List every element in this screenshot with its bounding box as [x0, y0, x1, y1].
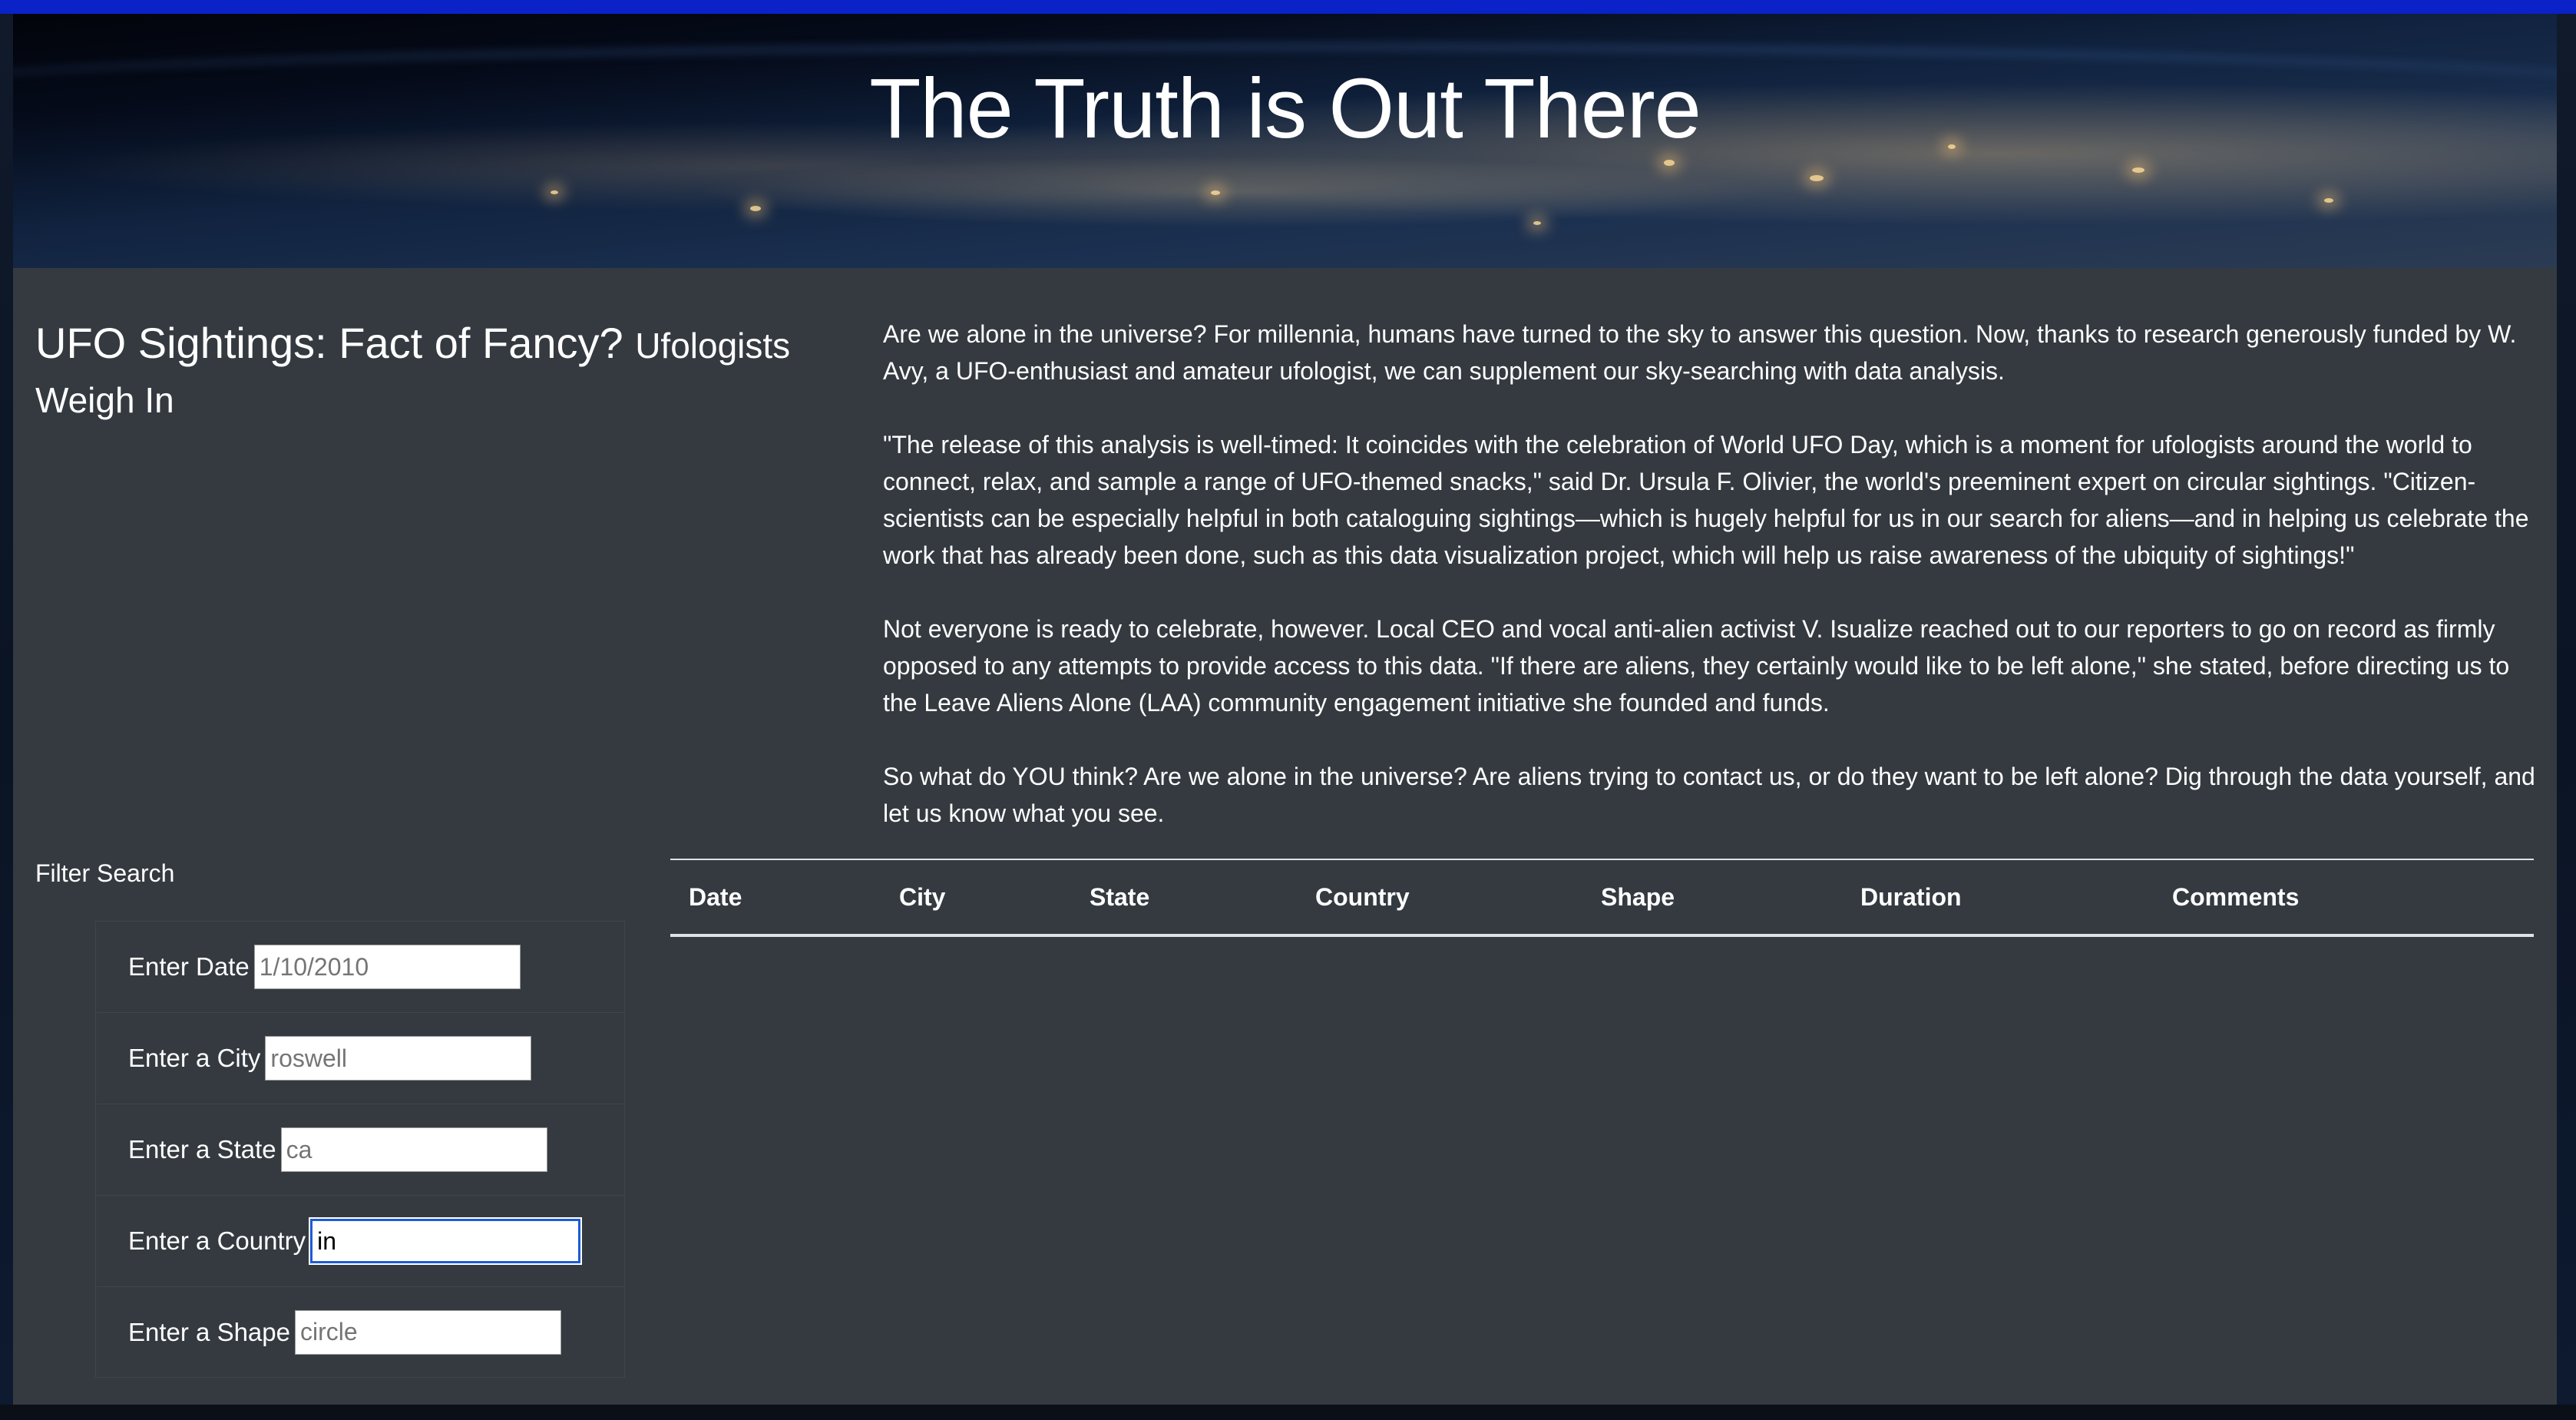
filter-search-title: Filter Search	[35, 859, 175, 887]
bottom-strip	[0, 1405, 2576, 1420]
column-header-state: State	[1071, 859, 1297, 937]
article-paragraph: So what do YOU think? Are we alone in th…	[883, 763, 2535, 827]
state-label: Enter a State	[128, 1135, 276, 1163]
article-title: UFO Sightings: Fact of Fancy?	[35, 319, 623, 367]
sightings-table-wrapper: Date City State Country Shape Duration C…	[670, 859, 2534, 937]
filter-item-state: Enter a State	[95, 1104, 625, 1195]
city-input[interactable]	[265, 1036, 532, 1081]
article-paragraph: "The release of this analysis is well-ti…	[883, 431, 2529, 569]
column-header-date: Date	[670, 859, 881, 937]
filter-item-date: Enter Date	[95, 921, 625, 1012]
column-header-city: City	[881, 859, 1071, 937]
filter-list: Enter Date Enter a City Enter a State En…	[95, 921, 625, 1378]
main-content: UFO Sightings: Fact of Fancy? Ufologists…	[13, 268, 2557, 1405]
article-body: Are we alone in the universe? For millen…	[883, 316, 2549, 869]
column-header-duration: Duration	[1842, 859, 2154, 937]
country-label: Enter a Country	[128, 1226, 306, 1255]
shape-input[interactable]	[295, 1309, 561, 1355]
table-header-row: Date City State Country Shape Duration C…	[670, 859, 2534, 937]
sightings-table: Date City State Country Shape Duration C…	[670, 859, 2534, 937]
article-heading: UFO Sightings: Fact of Fancy? Ufologists…	[35, 317, 818, 426]
filter-item-city: Enter a City	[95, 1012, 625, 1104]
country-input[interactable]	[310, 1219, 581, 1263]
date-label: Enter Date	[128, 952, 250, 981]
filter-item-shape: Enter a Shape	[95, 1286, 625, 1378]
column-header-country: Country	[1297, 859, 1582, 937]
filter-item-country: Enter a Country	[95, 1195, 625, 1286]
city-label: Enter a City	[128, 1044, 261, 1072]
browser-top-bar	[0, 0, 2576, 14]
hero-banner: The Truth is Out There	[13, 14, 2557, 268]
article-paragraph: Are we alone in the universe? For millen…	[883, 320, 2517, 385]
column-header-shape: Shape	[1582, 859, 1842, 937]
state-input[interactable]	[280, 1127, 547, 1172]
article-paragraph: Not everyone is ready to celebrate, howe…	[883, 615, 2510, 717]
column-header-comments: Comments	[2154, 859, 2534, 937]
date-input[interactable]	[253, 945, 521, 989]
hero-title: The Truth is Out There	[869, 61, 1701, 156]
shape-label: Enter a Shape	[128, 1317, 290, 1346]
